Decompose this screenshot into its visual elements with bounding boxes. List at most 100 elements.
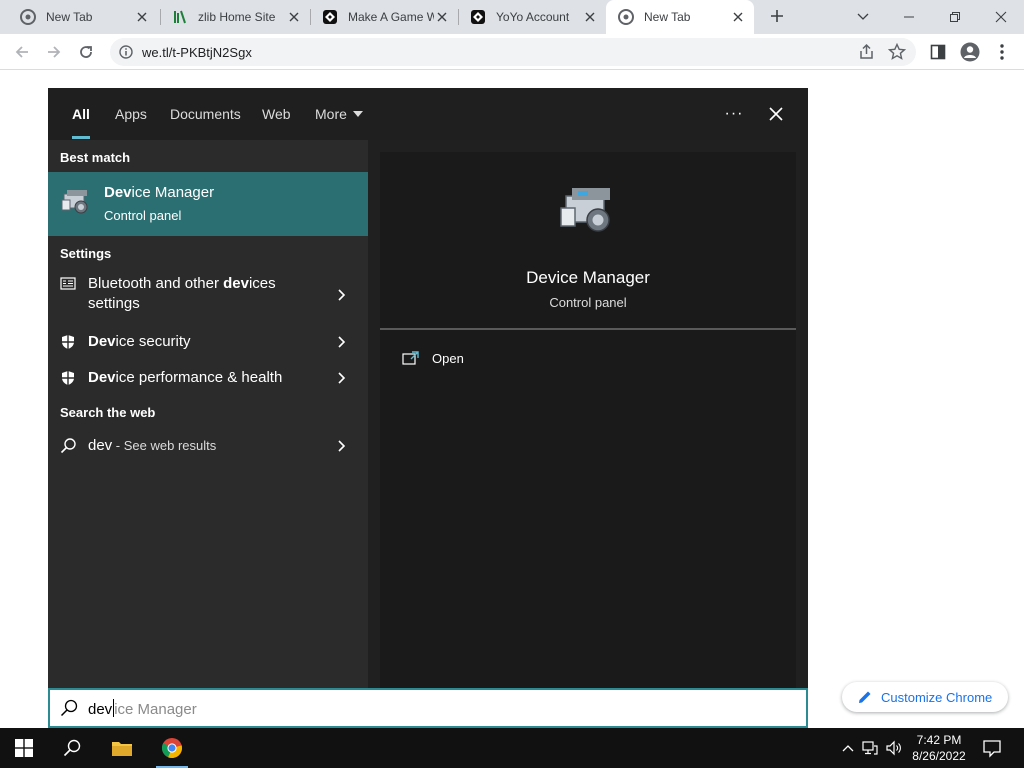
label-part: ice performance & health — [115, 369, 283, 386]
settings-heading: Settings — [60, 246, 112, 261]
close-tab-icon[interactable] — [730, 9, 746, 25]
profile-button[interactable] — [956, 38, 984, 66]
search-icon — [60, 438, 76, 454]
typed-text: dev — [88, 701, 113, 718]
close-icon — [769, 107, 783, 121]
preview-card: Device Manager Control panel Open — [380, 152, 796, 688]
match-highlight: dev — [223, 275, 249, 292]
open-external-icon — [402, 350, 420, 366]
browser-tab-4[interactable]: YoYo Account — [458, 0, 606, 34]
device-manager-icon — [60, 186, 92, 218]
ellipsis-icon: ··· — [724, 105, 744, 122]
tab-all-label: All — [72, 106, 90, 122]
plus-icon — [771, 10, 783, 22]
match-highlight: Dev — [88, 333, 116, 350]
search-results-list: Best match Device Manager Control panel … — [48, 140, 368, 688]
system-clock[interactable]: 7:42 PM 8/26/2022 — [906, 732, 972, 764]
result-label: Device performance & health — [88, 368, 282, 388]
web-search-result[interactable]: dev - See web results — [48, 428, 368, 464]
open-action[interactable]: Open — [402, 348, 464, 368]
customize-chrome-button[interactable]: Customize Chrome — [842, 682, 1008, 712]
windows-logo-icon — [15, 739, 33, 757]
site-info-icon[interactable] — [118, 44, 134, 60]
tab-apps[interactable]: Apps — [115, 88, 147, 140]
restore-icon — [950, 12, 960, 22]
close-tab-icon[interactable] — [134, 9, 150, 25]
tab-documents[interactable]: Documents — [170, 88, 241, 140]
best-match-subtitle: Control panel — [104, 208, 182, 223]
side-panel-icon — [930, 44, 946, 60]
notification-icon[interactable] — [980, 736, 1004, 760]
best-match-result[interactable]: Device Manager Control panel — [48, 172, 368, 236]
chevron-right-icon[interactable] — [336, 371, 348, 385]
reload-button[interactable] — [72, 38, 100, 66]
result-label: dev - See web results — [88, 436, 216, 456]
zlib-icon — [172, 9, 188, 25]
minimize-icon — [904, 16, 914, 18]
chevron-down-icon — [857, 13, 869, 20]
tab-title: New Tab — [644, 10, 691, 24]
pencil-icon — [858, 690, 872, 704]
minimize-button[interactable] — [886, 0, 932, 34]
more-options-button[interactable]: ··· — [718, 102, 750, 126]
chrome-taskbar-button[interactable] — [148, 728, 196, 768]
chevron-right-icon[interactable] — [336, 439, 348, 453]
address-bar[interactable]: we.tl/t-PKBtjN2Sgx — [110, 38, 916, 66]
tab-title: New Tab — [46, 10, 93, 24]
match-highlight: Dev — [104, 184, 132, 201]
close-search-button[interactable] — [764, 102, 788, 126]
browser-tab-1[interactable]: New Tab — [8, 0, 158, 34]
result-label: Bluetooth and other devices settings — [88, 274, 276, 314]
browser-tab-3[interactable]: Make A Game W — [310, 0, 458, 34]
label-part: ice security — [115, 333, 191, 350]
web-query: dev — [88, 437, 113, 454]
preview-subtitle: Control panel — [549, 295, 627, 310]
chevron-right-icon[interactable] — [336, 335, 348, 349]
settings-result-device-security[interactable]: Device security — [48, 324, 368, 360]
file-explorer-button[interactable] — [98, 728, 146, 768]
result-preview-pane: Device Manager Control panel Open — [368, 140, 808, 688]
restore-button[interactable] — [932, 0, 978, 34]
tab-all[interactable]: All — [72, 88, 90, 140]
search-web-heading: Search the web — [60, 405, 156, 420]
tab-web[interactable]: Web — [262, 88, 291, 140]
windows-search-panel: All Apps Documents Web More ··· Best mat… — [48, 88, 808, 688]
close-tab-icon[interactable] — [582, 9, 598, 25]
chrome-icon — [20, 9, 36, 25]
clock-time: 7:42 PM — [916, 733, 962, 747]
caret-down-icon — [352, 111, 363, 117]
volume-icon[interactable] — [886, 740, 902, 756]
start-button[interactable] — [0, 728, 48, 768]
back-button[interactable] — [8, 38, 36, 66]
settings-result-bluetooth[interactable]: Bluetooth and other devices settings — [48, 270, 368, 320]
new-tab-button[interactable] — [766, 5, 788, 27]
taskbar-search-input[interactable]: dev ice Manager — [48, 688, 808, 728]
forward-button[interactable] — [40, 38, 68, 66]
chevron-up-icon[interactable] — [840, 740, 856, 756]
close-tab-icon[interactable] — [286, 9, 302, 25]
chrome-menu-button[interactable] — [988, 38, 1016, 66]
browser-tab-5[interactable]: New Tab — [606, 0, 754, 34]
shield-icon — [60, 370, 76, 386]
chevron-right-icon[interactable] — [336, 288, 348, 302]
close-window-button[interactable] — [978, 0, 1024, 34]
tab-title: YoYo Account — [496, 10, 570, 24]
clock-date: 8/26/2022 — [912, 749, 966, 763]
tab-more[interactable]: More — [315, 88, 363, 140]
search-icon — [63, 739, 81, 757]
taskbar-search-button[interactable] — [48, 728, 96, 768]
side-panel-button[interactable] — [924, 38, 952, 66]
network-icon[interactable] — [862, 740, 878, 756]
best-match-heading: Best match — [60, 150, 131, 165]
autocomplete-suggestion: ice Manager — [114, 701, 197, 718]
yoyo-icon — [322, 9, 338, 25]
browser-tab-2[interactable]: zlib Home Site — [160, 0, 310, 34]
browser-toolbar: we.tl/t-PKBtjN2Sgx — [0, 34, 1024, 70]
kebab-menu-icon — [1000, 44, 1004, 60]
arrow-right-icon — [48, 46, 61, 58]
bookmark-star-icon[interactable] — [887, 42, 907, 61]
tab-search-button[interactable] — [840, 0, 886, 34]
settings-result-device-performance[interactable]: Device performance & health — [48, 360, 368, 396]
close-tab-icon[interactable] — [434, 9, 450, 25]
share-icon[interactable] — [858, 43, 876, 61]
